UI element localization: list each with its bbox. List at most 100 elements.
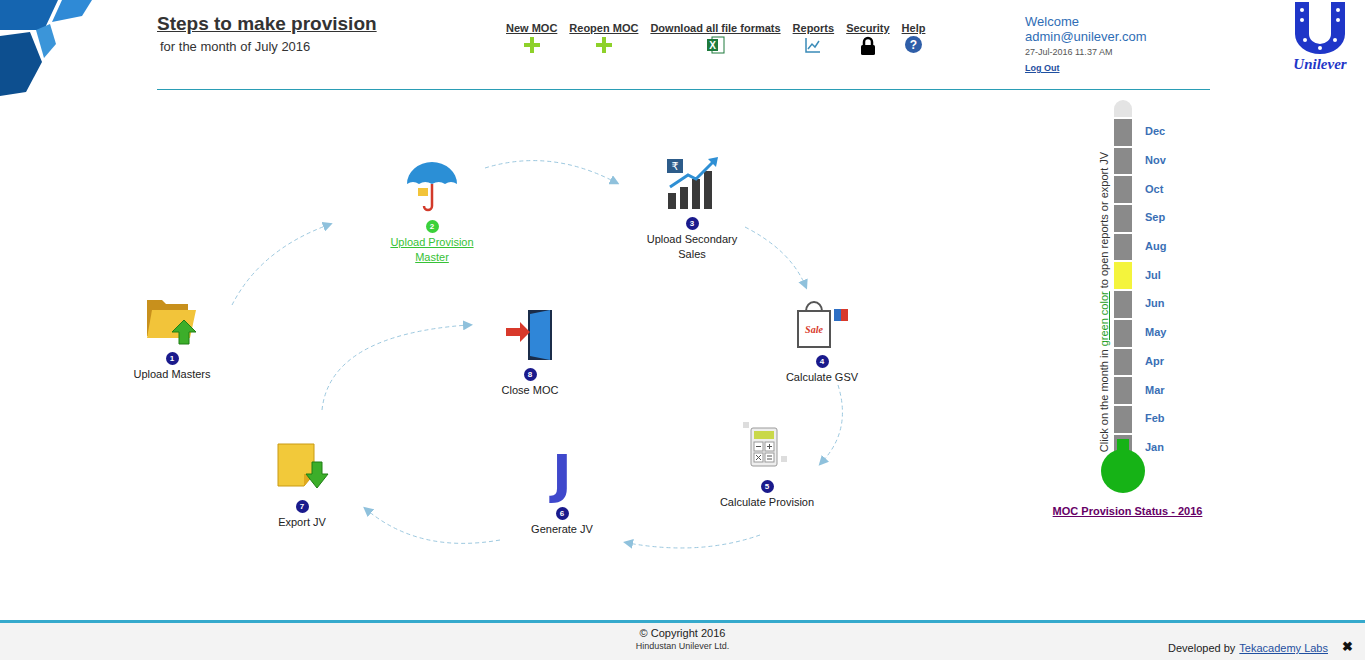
header: Steps to make provision for the month of… (0, 0, 1365, 90)
step-label[interactable]: Generate JV (531, 522, 593, 537)
month-row[interactable]: Nov (1114, 146, 1166, 175)
month-row[interactable]: Dec (1114, 117, 1166, 146)
logout-link[interactable]: Log Out (1025, 63, 1060, 73)
nav-item[interactable]: Help ? (902, 22, 926, 53)
user-panel: Welcome admin@unilever.com 27-Jul-2016 1… (1025, 0, 1210, 89)
month-row[interactable]: May (1114, 318, 1166, 347)
month-row[interactable]: Jul (1114, 260, 1166, 289)
month-cell[interactable] (1114, 404, 1132, 433)
step-icon-box[interactable] (274, 440, 330, 494)
month-row[interactable]: Aug (1114, 232, 1166, 261)
excel-icon[interactable]: X (706, 36, 726, 54)
month-label[interactable]: Mar (1145, 384, 1165, 396)
plus-icon[interactable] (523, 36, 541, 54)
footer: © Copyright 2016 Hindustan Unilever Ltd.… (0, 620, 1365, 660)
status-title[interactable]: MOC Provision Status - 2016 (1040, 505, 1215, 517)
developed-by: Developed by (1168, 642, 1235, 654)
month-label[interactable]: Dec (1145, 125, 1165, 137)
month-cell[interactable] (1114, 174, 1132, 203)
nav-label[interactable]: Download all file formats (650, 22, 780, 34)
month-row[interactable]: Mar (1114, 375, 1166, 404)
month-row[interactable]: Sep (1114, 203, 1166, 232)
month-cell[interactable] (1114, 117, 1132, 146)
step-node[interactable]: J 6 Generate JV (497, 447, 627, 537)
month-cell[interactable] (1114, 347, 1132, 376)
umbrella-icon[interactable] (404, 160, 460, 214)
nav-item[interactable]: Security (846, 22, 889, 56)
close-icon[interactable]: ✖ (1342, 639, 1353, 654)
month-cell[interactable] (1114, 289, 1132, 318)
step-node[interactable]: 2 Upload Provision Master (367, 160, 497, 265)
calculator-icon[interactable] (739, 420, 795, 474)
step-node[interactable]: ₹ 3 Upload Secondary Sales (627, 157, 757, 262)
door-exit-icon[interactable] (502, 308, 558, 362)
lock-icon[interactable] (859, 36, 877, 56)
month-label[interactable]: Apr (1145, 355, 1164, 367)
month-row[interactable]: Jun (1114, 289, 1166, 318)
nav-label[interactable]: Security (846, 22, 889, 34)
step-node[interactable]: 7 Export JV (237, 440, 367, 530)
step-icon-box[interactable] (144, 292, 200, 346)
letter-j-icon[interactable]: J (552, 447, 571, 501)
month-label[interactable]: Feb (1145, 412, 1165, 424)
nav-item[interactable]: Reopen MOC (569, 22, 638, 54)
help-icon[interactable]: ? (905, 36, 922, 53)
step-label[interactable]: Upload Masters (133, 367, 210, 382)
unilever-u-icon (1289, 0, 1351, 54)
month-cell[interactable] (1114, 146, 1132, 175)
step-label[interactable]: Close MOC (502, 383, 559, 398)
month-cell[interactable] (1114, 375, 1132, 404)
step-node[interactable]: 1 Upload Masters (107, 292, 237, 382)
developer-link[interactable]: Tekacademy Labs (1239, 642, 1328, 654)
month-cell[interactable] (1114, 260, 1132, 289)
step-node[interactable]: Sale 4 Calculate GSV (757, 295, 887, 385)
month-label[interactable]: Aug (1145, 240, 1166, 252)
step-node[interactable]: 5 Calculate Provision (702, 420, 832, 510)
nav-item[interactable]: New MOC (506, 22, 557, 54)
step-icon-box[interactable] (739, 420, 795, 474)
month-row[interactable]: Oct (1114, 174, 1166, 203)
toolbar: New MOC Reopen MOC Download all file for… (506, 0, 925, 89)
month-label[interactable]: Jun (1145, 297, 1165, 309)
step-icon-box[interactable]: Sale (794, 295, 850, 349)
month-label[interactable]: Jan (1145, 441, 1164, 453)
month-label[interactable]: May (1145, 326, 1166, 338)
month-row[interactable]: Apr (1114, 347, 1166, 376)
month-label[interactable]: Oct (1145, 183, 1163, 195)
app-window: Steps to make provision for the month of… (0, 0, 1365, 660)
step-node[interactable]: 8 Close MOC (465, 308, 595, 398)
step-label[interactable]: Export JV (278, 515, 326, 530)
nav-label[interactable]: Reopen MOC (569, 22, 638, 34)
month-cell[interactable] (1114, 318, 1132, 347)
page-title: Steps to make provision for the month of… (157, 0, 506, 89)
flow-arrow (232, 225, 328, 305)
plus-icon[interactable] (595, 36, 613, 54)
folder-upload-icon[interactable] (144, 292, 200, 346)
nav-label[interactable]: Help (902, 22, 926, 34)
svg-text:X: X (709, 40, 716, 51)
month-label[interactable]: Nov (1145, 154, 1166, 166)
step-icon-box[interactable]: ₹ (664, 157, 720, 211)
step-icon-box[interactable] (502, 308, 558, 362)
nav-label[interactable]: New MOC (506, 22, 557, 34)
month-cell[interactable] (1114, 203, 1132, 232)
sale-bag-icon[interactable]: Sale (794, 295, 850, 349)
step-icon-box[interactable]: J (534, 447, 590, 501)
nav-item[interactable]: Reports (793, 22, 835, 54)
step-label[interactable]: Calculate GSV (786, 370, 858, 385)
month-label[interactable]: Jul (1145, 269, 1161, 281)
nav-item[interactable]: Download all file formats X (650, 22, 780, 54)
export-icon[interactable] (274, 440, 330, 494)
month-cell[interactable] (1114, 232, 1132, 261)
month-label[interactable]: Sep (1145, 211, 1165, 223)
nav-label[interactable]: Reports (793, 22, 835, 34)
step-label[interactable]: Calculate Provision (720, 495, 814, 510)
month-row[interactable]: Feb (1114, 404, 1166, 433)
step-icon-box[interactable] (404, 160, 460, 214)
sales-chart-icon[interactable]: ₹ (664, 157, 720, 211)
chart-icon[interactable] (804, 36, 822, 54)
step-label[interactable]: Upload Secondary Sales (640, 232, 744, 262)
title: Steps to make provision (157, 13, 506, 35)
flow-arrow (822, 385, 842, 462)
step-label[interactable]: Upload Provision Master (380, 235, 484, 265)
